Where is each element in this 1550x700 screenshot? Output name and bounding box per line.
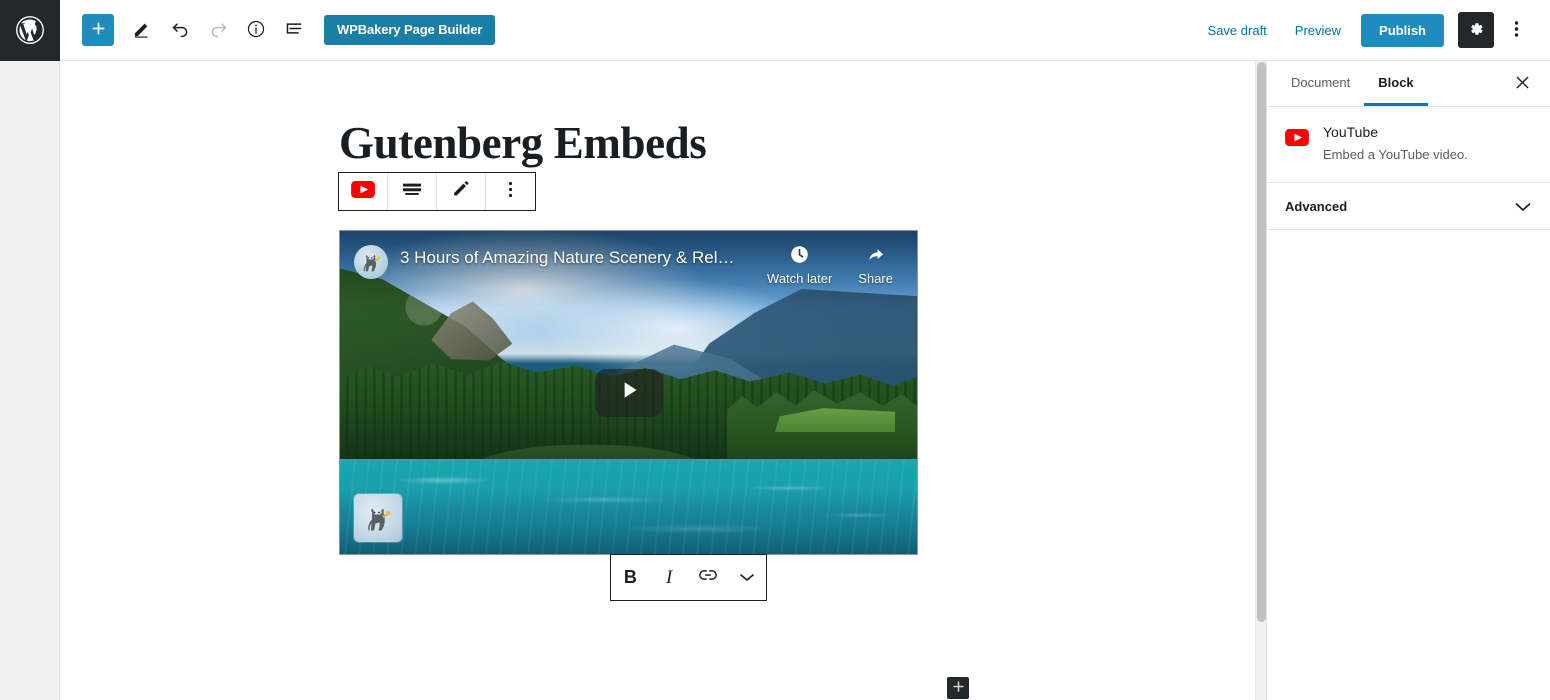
pencil-icon <box>132 19 152 42</box>
watch-later-label: Watch later <box>767 271 833 286</box>
redo-arrow-icon <box>208 18 229 42</box>
save-draft-button[interactable]: Save draft <box>1194 17 1281 44</box>
canvas-scrollbar-thumb[interactable] <box>1257 62 1266 622</box>
wordpress-logo-button[interactable] <box>0 0 60 61</box>
youtube-player-header: 3 Hours of Amazing Nature Scenery & Rel…… <box>340 231 917 309</box>
settings-sidebar: Document Block YouTube Embed a YouTube v… <box>1266 61 1550 700</box>
block-align-button[interactable] <box>388 173 437 210</box>
align-wide-icon <box>401 180 423 203</box>
plus-icon <box>952 680 965 696</box>
preview-button[interactable]: Preview <box>1281 17 1355 44</box>
kebab-menu-icon <box>1514 19 1519 42</box>
page-title[interactable]: Gutenberg Embeds <box>339 117 707 169</box>
block-description: Embed a YouTube video. <box>1323 147 1468 163</box>
block-edit-button[interactable] <box>437 173 486 210</box>
editor-left-rail <box>0 61 60 700</box>
block-name: YouTube <box>1323 124 1379 140</box>
plus-icon <box>90 20 107 40</box>
link-button[interactable] <box>689 555 728 600</box>
canvas-scrollbar[interactable] <box>1255 61 1266 700</box>
block-info-text: YouTube Embed a YouTube video. <box>1323 123 1468 164</box>
tab-block[interactable]: Block <box>1364 61 1428 106</box>
youtube-embed-block[interactable]: 3 Hours of Amazing Nature Scenery & Rel…… <box>339 230 918 555</box>
italic-button[interactable]: I <box>650 555 689 600</box>
editor-body: Gutenberg Embeds 3 Hours of Amazing Natu… <box>0 61 1550 700</box>
settings-button[interactable] <box>1458 12 1494 48</box>
block-toolbar <box>338 172 536 211</box>
youtube-icon <box>351 180 375 203</box>
pencil-icon <box>451 179 471 204</box>
block-navigation-icon <box>284 18 305 42</box>
wpbakery-page-builder-button[interactable]: WPBakery Page Builder <box>324 15 496 45</box>
block-type-button[interactable] <box>339 173 388 210</box>
wordpress-logo-icon <box>15 15 45 45</box>
share-arrow-icon <box>865 243 887 265</box>
top-bar-right-tools: Save draft Preview Publish <box>1194 12 1550 48</box>
block-navigation-button[interactable] <box>276 12 312 48</box>
top-bar-left-tools: WPBakery Page Builder <box>60 12 496 48</box>
youtube-icon <box>1285 125 1309 149</box>
bold-button[interactable]: B <box>611 555 650 600</box>
edit-mode-button[interactable] <box>124 12 160 48</box>
editor-top-bar: WPBakery Page Builder Save draft Preview… <box>0 0 1550 61</box>
watch-later-button[interactable]: Watch later <box>767 243 832 286</box>
sidebar-tabs: Document Block <box>1267 61 1550 107</box>
panel-advanced-label: Advanced <box>1285 198 1348 214</box>
block-appender-button[interactable] <box>947 677 969 699</box>
share-button[interactable]: Share <box>858 243 893 286</box>
cat-trumpet-avatar-icon[interactable] <box>354 245 388 279</box>
play-triangle-icon <box>616 377 642 408</box>
inline-format-toolbar: B I <box>610 554 767 601</box>
link-icon <box>697 565 719 590</box>
undo-arrow-icon <box>170 18 191 42</box>
close-x-icon <box>1515 75 1530 93</box>
content-info-button[interactable] <box>238 12 274 48</box>
info-circle-icon <box>246 19 266 42</box>
undo-button[interactable] <box>162 12 198 48</box>
more-options-button[interactable] <box>1498 12 1534 48</box>
video-title[interactable]: 3 Hours of Amazing Nature Scenery & Rel… <box>400 248 734 268</box>
chevron-down-icon <box>1514 200 1532 213</box>
panel-advanced[interactable]: Advanced <box>1267 183 1550 231</box>
block-info-card: YouTube Embed a YouTube video. <box>1267 107 1550 184</box>
close-sidebar-button[interactable] <box>1500 61 1544 106</box>
kebab-menu-icon <box>508 180 513 204</box>
cat-trumpet-watermark-icon[interactable] <box>354 494 402 542</box>
tab-document[interactable]: Document <box>1277 61 1364 106</box>
redo-button[interactable] <box>200 12 236 48</box>
water-shimmer <box>340 459 917 554</box>
more-formats-button[interactable] <box>727 555 766 600</box>
play-button[interactable] <box>594 368 663 417</box>
youtube-player-actions: Watch later Share <box>767 243 903 286</box>
share-label: Share <box>858 271 893 286</box>
block-more-options-button[interactable] <box>486 173 535 210</box>
editor-canvas[interactable]: Gutenberg Embeds 3 Hours of Amazing Natu… <box>60 61 1255 700</box>
chevron-down-icon <box>739 568 755 588</box>
gear-icon <box>1467 20 1485 41</box>
clock-icon <box>789 243 810 265</box>
add-block-button[interactable] <box>82 14 114 46</box>
publish-button[interactable]: Publish <box>1361 13 1444 47</box>
